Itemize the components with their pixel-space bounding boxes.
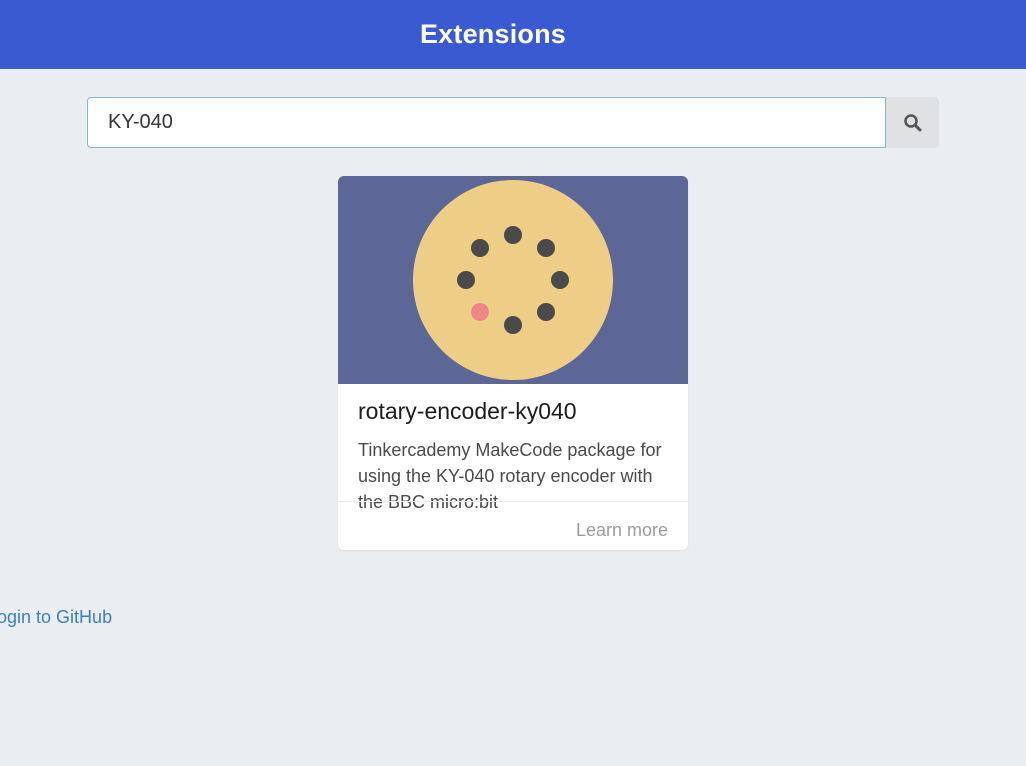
extension-card[interactable]: rotary-encoder-ky040 Tinkercademy MakeCo…: [338, 176, 688, 550]
encoder-dot: [551, 271, 569, 289]
extension-card-title: rotary-encoder-ky040: [358, 398, 577, 424]
github-login-link[interactable]: Login to GitHub: [0, 607, 112, 628]
encoder-dot-active: [471, 303, 489, 321]
search-bar: [87, 97, 939, 148]
rotary-encoder-icon: [413, 180, 613, 380]
learn-more-link[interactable]: Learn more: [576, 520, 668, 541]
encoder-disc: [413, 180, 613, 380]
encoder-dot: [537, 239, 555, 257]
encoder-dot: [457, 271, 475, 289]
encoder-dot: [537, 303, 555, 321]
header-bar: Extensions: [0, 0, 1026, 69]
extension-card-description: Tinkercademy MakeCode package for using …: [358, 440, 662, 512]
card-divider: [338, 501, 688, 502]
extensions-page: Extensions rotary-encoder-ky04: [0, 0, 1026, 766]
encoder-dot: [504, 226, 522, 244]
encoder-dot: [471, 239, 489, 257]
extension-card-image: [338, 176, 688, 384]
search-button[interactable]: [886, 97, 939, 148]
page-title: Extensions: [419, 19, 567, 49]
encoder-dot: [504, 316, 522, 334]
search-icon: [903, 113, 921, 131]
search-input[interactable]: [87, 97, 886, 148]
